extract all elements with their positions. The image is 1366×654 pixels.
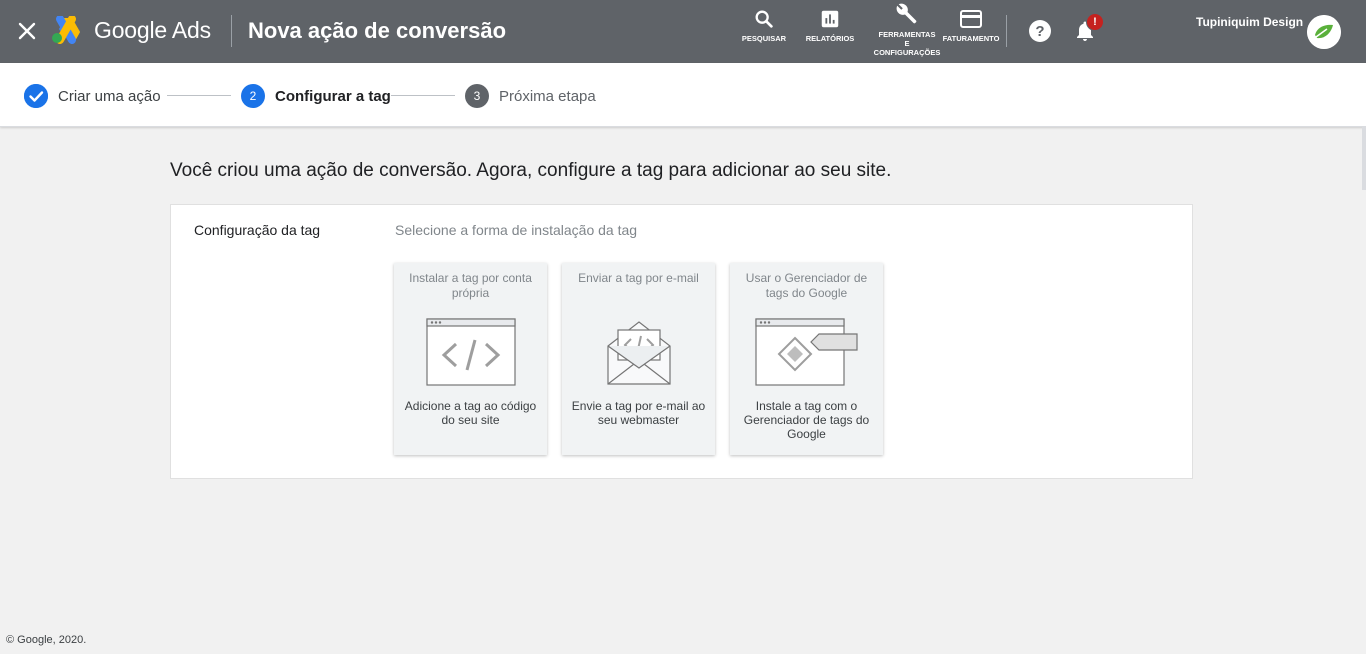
billing-button[interactable]: FATURAMENTO (940, 8, 1002, 43)
header-divider-2 (1006, 15, 1007, 47)
brand-name: Google Ads (94, 17, 211, 43)
credit-card-icon (960, 10, 982, 28)
step-label: Configurar a tag (275, 87, 391, 105)
tools-label-line1: FERRAMENTAS (878, 30, 936, 39)
step-connector (391, 95, 455, 96)
reports-button[interactable]: RELATÓRIOS (804, 8, 856, 43)
card-description: Instale a tag com o Gerenciador de tags … (743, 399, 870, 441)
billing-label: FATURAMENTO (942, 34, 1000, 43)
account-avatar-icon (1307, 15, 1341, 49)
account-name[interactable]: Tupiniquim Design (1196, 15, 1303, 29)
tag-manager-card[interactable]: Usar o Gerenciador de tags do Google Ins… (730, 263, 883, 455)
step-next[interactable]: 3 Próxima etapa (465, 84, 596, 108)
tag-setup-panel: Configuração da tag Selecione a forma de… (170, 204, 1193, 479)
tools-label-line3: CONFIGURAÇÕES (873, 48, 941, 57)
search-icon (755, 10, 773, 28)
reports-label: RELATÓRIOS (805, 34, 855, 43)
help-icon: ? (1029, 20, 1051, 42)
close-button[interactable] (14, 18, 40, 44)
step-connector (167, 95, 231, 96)
google-ads-logo-icon (52, 16, 80, 44)
tools-settings-button[interactable]: FERRAMENTAS E CONFIGURAÇÕES (872, 2, 942, 57)
notification-badge: ! (1086, 13, 1104, 31)
progress-stepper: Criar uma ação 2 Configurar a tag 3 Próx… (0, 63, 1366, 190)
avatar[interactable] (1307, 15, 1341, 49)
scrollbar[interactable] (1362, 126, 1366, 190)
install-yourself-card[interactable]: Instalar a tag por conta própria Adicion… (394, 263, 547, 455)
card-title: Instalar a tag por conta própria (409, 271, 532, 300)
step-label: Criar uma ação (58, 87, 161, 105)
footer-copyright: © Google, 2020. (6, 634, 87, 646)
search-label: PESQUISAR (741, 34, 787, 43)
bar-chart-icon (821, 10, 839, 28)
step-number: 3 (465, 84, 489, 108)
wrench-icon (896, 3, 917, 24)
page-headline: Você criou uma ação de conversão. Agora,… (170, 160, 892, 181)
card-title: Enviar a tag por e-mail (578, 271, 699, 285)
tools-label: FERRAMENTAS E CONFIGURAÇÕES (874, 30, 941, 57)
svg-text:?: ? (1035, 23, 1044, 40)
header-divider (231, 15, 232, 47)
page-title: Nova ação de conversão (248, 18, 507, 43)
search-button[interactable]: PESQUISAR (740, 8, 788, 43)
card-description: Envie a tag por e-mail ao seu webmaster (571, 399, 706, 427)
step-label: Próxima etapa (499, 87, 596, 105)
code-window-icon (425, 318, 516, 386)
step-configure-tag[interactable]: 2 Configurar a tag (241, 84, 391, 108)
card-title: Usar o Gerenciador de tags do Google (745, 271, 868, 300)
step-done-check-icon (24, 84, 48, 108)
step-number: 2 (241, 84, 265, 108)
close-icon (18, 22, 36, 40)
email-code-icon (606, 321, 671, 385)
tools-label-line2: E (904, 39, 910, 48)
step-create-action[interactable]: Criar uma ação (24, 84, 161, 108)
email-tag-card[interactable]: Enviar a tag por e-mail Envie a tag por … (562, 263, 715, 455)
panel-label: Configuração da tag (194, 222, 321, 238)
help-button[interactable]: ? (1028, 19, 1052, 43)
card-description: Adicione a tag ao código do seu site (404, 399, 537, 427)
panel-subtitle: Selecione a forma de instalação da tag (395, 222, 638, 238)
top-app-bar: Google Ads Nova ação de conversão PESQUI… (0, 0, 1366, 63)
tag-manager-icon (754, 318, 858, 386)
